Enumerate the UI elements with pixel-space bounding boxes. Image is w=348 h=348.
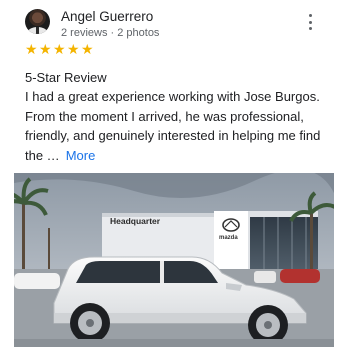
- avatar-tie: [36, 27, 39, 34]
- star-icon: ★: [25, 41, 38, 57]
- star-icon: ★: [67, 41, 80, 57]
- more-link[interactable]: More: [66, 148, 96, 163]
- star-icon: ★: [39, 41, 52, 57]
- star-icon: ★: [53, 41, 66, 57]
- reviewer-meta: 2 reviews · 2 photos: [61, 27, 160, 39]
- more-vert-icon-dot: [308, 27, 312, 30]
- star-rating: ★ ★ ★ ★ ★: [25, 41, 94, 57]
- reviewer-name[interactable]: Angel Guerrero: [61, 9, 153, 24]
- building-sign: Headquarter: [110, 216, 161, 226]
- review-header: Angel Guerrero 2 reviews · 2 photos: [25, 9, 325, 41]
- more-options-button[interactable]: [304, 12, 316, 32]
- avatar[interactable]: [25, 9, 50, 34]
- showroom-glass: [250, 217, 318, 277]
- more-vert-icon-dot: [308, 20, 312, 24]
- review-text: 5-Star Review I had a great experience w…: [25, 68, 325, 165]
- dealership-photo-illustration: Headquarter mazda: [14, 173, 334, 347]
- review-photo[interactable]: Headquarter mazda: [14, 173, 334, 347]
- brand-label: mazda: [219, 235, 238, 241]
- more-vert-icon: [308, 14, 312, 17]
- star-icon: ★: [81, 41, 94, 57]
- review-title: 5-Star Review: [25, 70, 107, 85]
